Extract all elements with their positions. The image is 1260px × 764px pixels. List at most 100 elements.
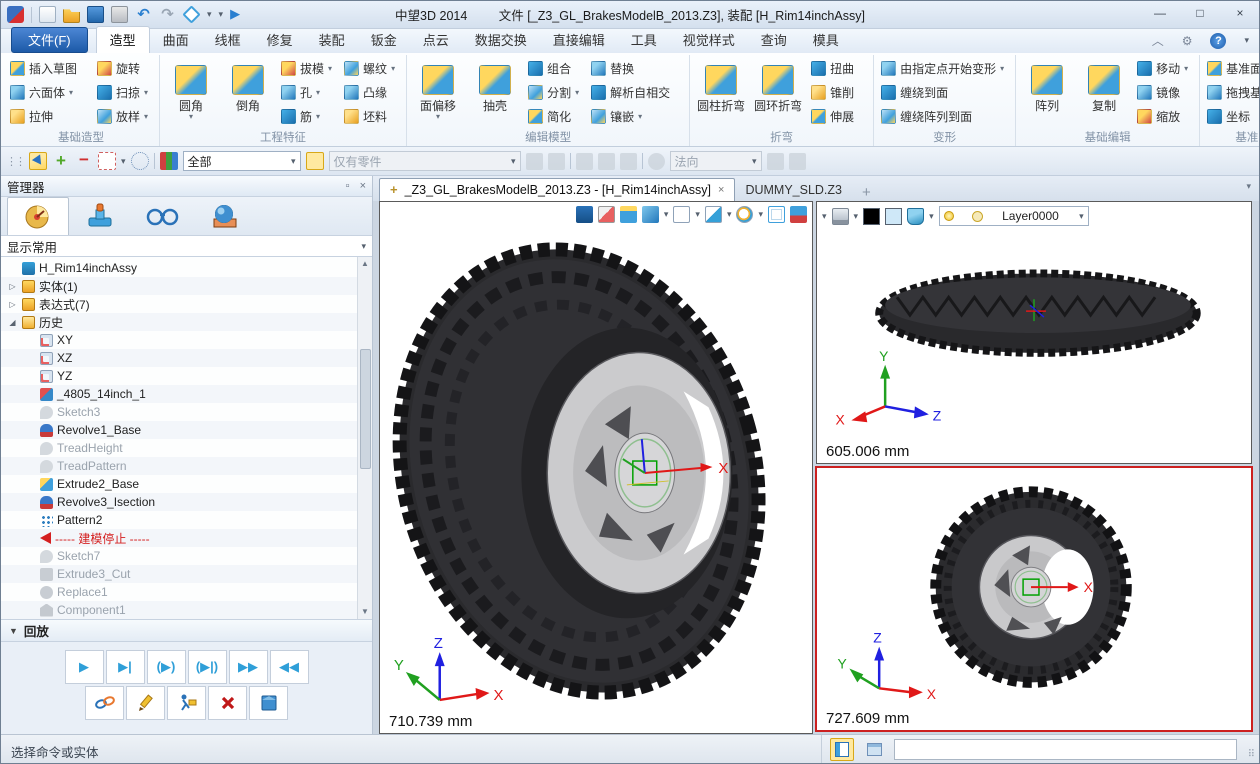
ribbon-tab[interactable]: 修复: [254, 27, 306, 53]
tree-item[interactable]: Extrude3_Cut: [1, 565, 357, 583]
ribbon-button-large[interactable]: 阵列: [1020, 63, 1074, 122]
tree-item[interactable]: Replace1: [1, 583, 357, 601]
pick-all-icon[interactable]: [620, 153, 637, 170]
toolbar-overflow-icon[interactable]: ▾: [822, 211, 827, 222]
ribbon-tab[interactable]: 数据交换: [462, 27, 540, 53]
ribbon-button[interactable]: 孔 ▾: [278, 84, 339, 101]
ribbon-button-large[interactable]: 圆环折弯: [751, 63, 805, 122]
help-icon[interactable]: ?: [1210, 33, 1226, 49]
maximize-button[interactable]: □: [1187, 5, 1213, 22]
tree-item[interactable]: Component1: [1, 601, 357, 619]
pick-list-icon[interactable]: [576, 153, 593, 170]
ribbon-button-large[interactable]: 复制: [1077, 63, 1131, 122]
ribbon-tab[interactable]: 模具: [800, 27, 852, 53]
ribbon-button-large[interactable]: 圆角 ▾: [164, 63, 218, 122]
ribbon-button[interactable]: 拖拽基准面: [1204, 84, 1260, 101]
ribbon-button[interactable]: 拉伸: [7, 108, 92, 125]
command-panel-toggle[interactable]: [830, 738, 854, 761]
side-viewport[interactable]: ▾ ▾ ▾ Layer0000 ▾: [816, 201, 1252, 464]
ribbon-button[interactable]: 扫掠 ▾: [94, 84, 155, 101]
ribbon-tab[interactable]: 视觉样式: [670, 27, 748, 53]
panel-restore-icon[interactable]: ▫: [346, 180, 350, 192]
replay-play-to-end-button[interactable]: ▶|: [106, 650, 145, 684]
replay-run-to-button[interactable]: [167, 686, 206, 720]
chain-select-icon[interactable]: [526, 153, 543, 170]
ribbon-tab[interactable]: 查询: [748, 27, 800, 53]
scroll-up-icon[interactable]: ▲: [361, 257, 369, 271]
ribbon-button[interactable]: 简化: [525, 108, 586, 125]
toolbar-overflow-icon[interactable]: ▾: [219, 9, 224, 20]
replay-rewind-button[interactable]: ◀◀: [270, 650, 309, 684]
ribbon-tab[interactable]: 线框: [202, 27, 254, 53]
toolbar-grip-icon[interactable]: ⋮⋮: [6, 155, 24, 168]
highlight-color-swatch[interactable]: [885, 208, 902, 225]
pick-options-icon[interactable]: [789, 153, 806, 170]
add-selection-icon[interactable]: +: [52, 152, 70, 170]
visual-manager-tab[interactable]: [131, 197, 193, 235]
tree-expand-icon[interactable]: ▷: [7, 282, 18, 291]
filter-scope-combo[interactable]: 全部 ▾: [183, 151, 301, 171]
chain-stop-icon[interactable]: [548, 153, 565, 170]
close-button[interactable]: ×: [1227, 5, 1253, 22]
background-color-swatch[interactable]: [863, 208, 880, 225]
replay-step-pause-button[interactable]: (▶|): [188, 650, 227, 684]
tree-item[interactable]: YZ: [1, 367, 357, 385]
scrollbar-thumb[interactable]: [360, 349, 371, 469]
select-cursor-icon[interactable]: [29, 152, 47, 170]
ribbon-tab[interactable]: 装配: [306, 27, 358, 53]
tree-item[interactable]: Pattern2: [1, 511, 357, 529]
minimize-button[interactable]: —: [1147, 5, 1173, 22]
file-menu-button[interactable]: 文件(F): [11, 27, 88, 53]
ribbon-button[interactable]: 凸缘: [341, 84, 402, 101]
ribbon-button[interactable]: 移动 ▾: [1134, 60, 1195, 77]
replay-link-button[interactable]: [85, 686, 124, 720]
view-manager-tab[interactable]: [193, 197, 255, 235]
history-manager-tab[interactable]: [7, 197, 69, 235]
document-tab[interactable]: DUMMY_SLD.Z3: [735, 180, 852, 201]
help-dropdown-icon[interactable]: ▾: [1244, 35, 1249, 46]
save-icon[interactable]: [87, 6, 104, 23]
ribbon-button[interactable]: 镜像: [1134, 84, 1195, 101]
resize-grip-icon[interactable]: ⠿: [1248, 749, 1256, 760]
replay-edit-button[interactable]: [126, 686, 165, 720]
ribbon-button[interactable]: 由指定点开始变形 ▾: [878, 60, 1011, 77]
tree-expand-icon[interactable]: ▷: [7, 300, 18, 309]
tree-item[interactable]: ◢ 历史: [1, 313, 357, 331]
ribbon-button[interactable]: 组合: [525, 60, 586, 77]
ribbon-button[interactable]: 缠绕到面: [878, 84, 1011, 101]
scroll-down-icon[interactable]: ▼: [361, 605, 369, 619]
command-input[interactable]: [894, 739, 1237, 760]
main-viewport[interactable]: ▾ ▾ ▾ ▾: [379, 201, 813, 734]
ribbon-tab[interactable]: 造型: [96, 26, 150, 53]
eraser-icon[interactable]: [598, 206, 615, 223]
datum-display-icon[interactable]: [620, 206, 637, 223]
new-document-tab-icon[interactable]: +: [852, 184, 881, 201]
assembly-manager-tab[interactable]: [69, 197, 131, 235]
ribbon-button[interactable]: 筋 ▾: [278, 108, 339, 125]
view-selector-icon[interactable]: [182, 5, 200, 23]
ribbon-tab[interactable]: 工具: [618, 27, 670, 53]
ribbon-button[interactable]: 旋转: [94, 60, 155, 77]
ribbon-tab[interactable]: 钣金: [358, 27, 410, 53]
replay-section-header[interactable]: ▼ 回放: [1, 620, 372, 642]
ribbon-tab[interactable]: 曲面: [150, 27, 202, 53]
front-viewport-active[interactable]: X Z X Y 727.609 mm: [816, 467, 1252, 731]
tree-expand-icon[interactable]: ◢: [7, 318, 18, 327]
open-file-icon[interactable]: [63, 6, 80, 23]
walkthrough-icon[interactable]: [576, 206, 593, 223]
tree-item[interactable]: Revolve3_Isection: [1, 493, 357, 511]
tree-item[interactable]: _4805_14inch_1: [1, 385, 357, 403]
display-mode-dropdown-icon[interactable]: ▾: [854, 211, 859, 222]
viewport-layout-icon[interactable]: [705, 206, 722, 223]
document-tab-active[interactable]: + _Z3_GL_BrakesModelB_2013.Z3 - [H_Rim14…: [379, 178, 735, 201]
play-demo-icon[interactable]: ▶: [230, 6, 247, 23]
tab-close-icon[interactable]: ×: [718, 184, 724, 196]
zoom-icon[interactable]: [736, 206, 753, 223]
display-mode-icon[interactable]: [832, 208, 849, 225]
ribbon-button[interactable]: 替换: [588, 60, 685, 77]
replay-stop-button[interactable]: [249, 686, 288, 720]
ribbon-button-large[interactable]: 抽壳: [468, 63, 522, 122]
window-view-icon[interactable]: [768, 206, 785, 223]
view-selector-dropdown-icon[interactable]: ▾: [207, 9, 212, 20]
undo-icon[interactable]: ↶: [135, 6, 152, 23]
